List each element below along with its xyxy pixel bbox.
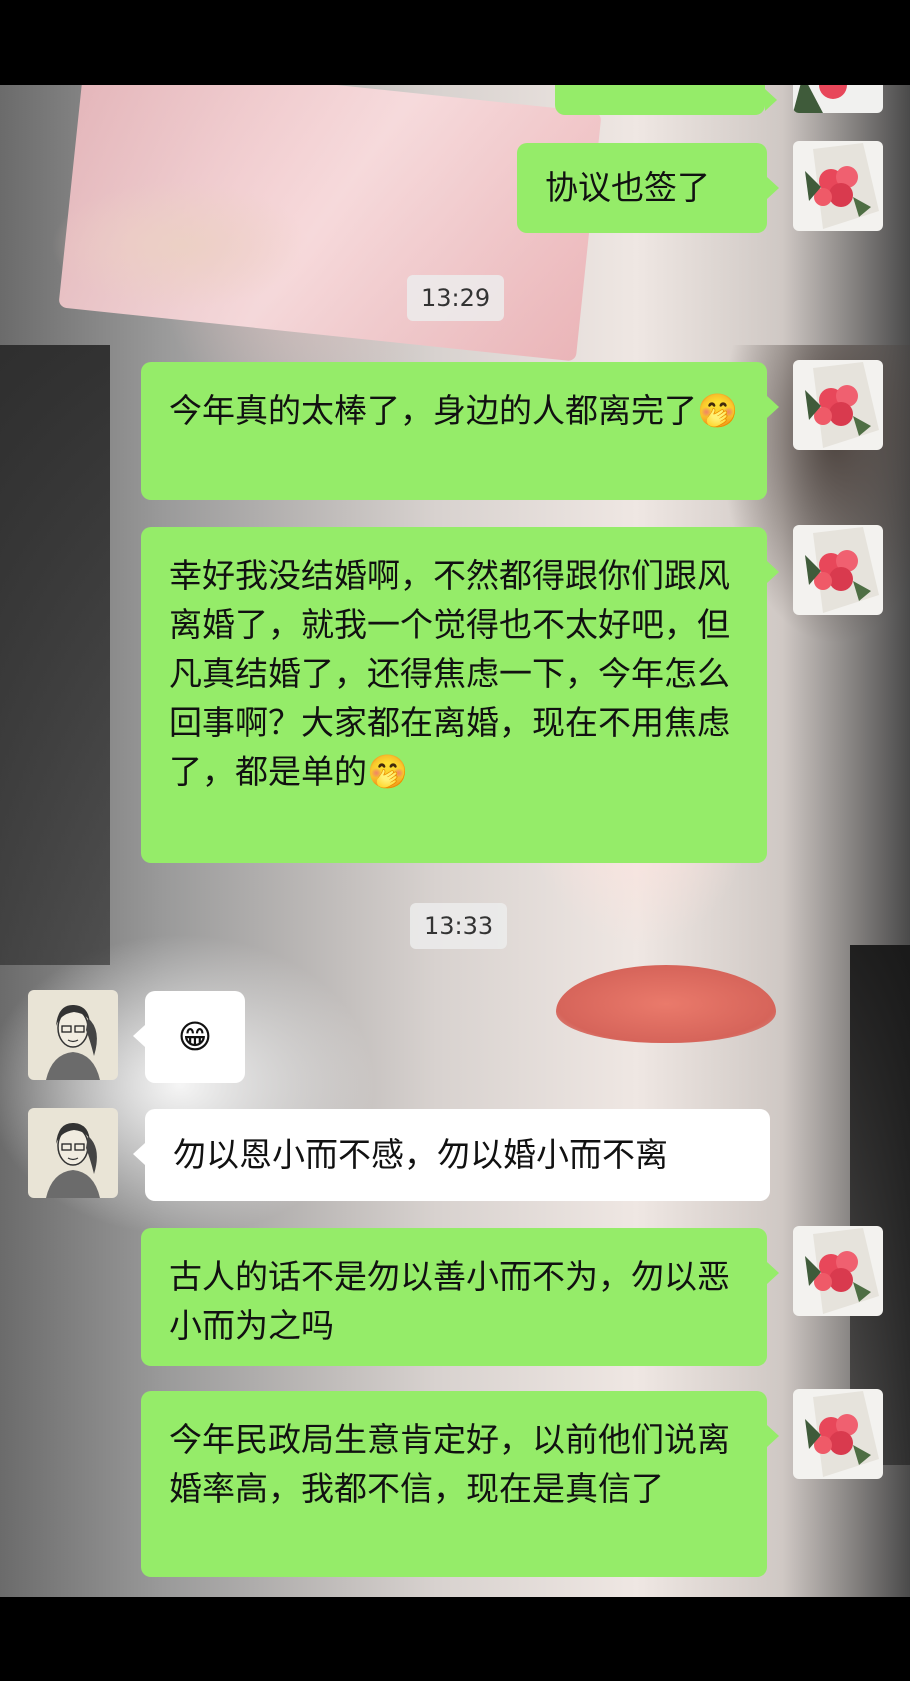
background-hand bbox=[0, 125, 360, 355]
message-text: 协议也签了 bbox=[545, 168, 710, 207]
message-bubble-self[interactable]: 今年民政局生意肯定好，以前他们说离婚率高，我都不信，现在是真信了 bbox=[141, 1391, 779, 1577]
flower-bouquet-icon bbox=[793, 525, 883, 615]
message-text: 古人的话不是勿以善小而不为，勿以恶小而为之吗 bbox=[169, 1257, 730, 1345]
avatar-flower-cutoff[interactable] bbox=[793, 85, 883, 113]
message-text: 幸好我没结婚啊，不然都得跟你们跟风离婚了，就我一个觉得也不太好吧，但凡真结婚了，… bbox=[169, 556, 730, 791]
grinning-emoji-icon: 😁 bbox=[177, 1017, 213, 1056]
flower-bouquet-icon bbox=[793, 85, 883, 113]
flower-bouquet-icon bbox=[793, 1389, 883, 1479]
message-bubble-self[interactable]: 幸好我没结婚啊，不然都得跟你们跟风离婚了，就我一个觉得也不太好吧，但凡真结婚了，… bbox=[141, 527, 779, 863]
hand-over-mouth-emoji-icon: 🤭 bbox=[697, 391, 739, 430]
message-text: 今年民政局生意肯定好，以前他们说离婚率高，我都不信，现在是真信了 bbox=[169, 1420, 730, 1508]
background-lips bbox=[556, 965, 776, 1043]
avatar-flower[interactable] bbox=[793, 360, 883, 450]
sketch-girl-icon bbox=[28, 990, 118, 1080]
message-bubble-other[interactable]: 勿以恩小而不感，勿以婚小而不离 bbox=[133, 1109, 770, 1201]
message-bubble-self[interactable]: 今年真的太棒了，身边的人都离完了🤭 bbox=[141, 362, 779, 500]
chat-area[interactable]: 协议也签了 13:29 今年真的太棒了，身边的人都离完了🤭 幸好我没结婚啊，不然… bbox=[0, 85, 910, 1597]
navigation-bar bbox=[0, 1597, 910, 1681]
avatar-flower[interactable] bbox=[793, 525, 883, 615]
avatar-sketch-girl[interactable] bbox=[28, 990, 118, 1080]
message-bubble-cutoff[interactable] bbox=[555, 85, 777, 115]
background-shadow-right bbox=[850, 945, 910, 1465]
flower-bouquet-icon bbox=[793, 1226, 883, 1316]
message-bubble-self[interactable]: 协议也签了 bbox=[517, 143, 779, 233]
message-text: 今年真的太棒了，身边的人都离完了 bbox=[169, 391, 697, 430]
avatar-flower[interactable] bbox=[793, 141, 883, 231]
avatar-sketch-girl[interactable] bbox=[28, 1108, 118, 1198]
sketch-girl-icon bbox=[28, 1108, 118, 1198]
message-text: 勿以恩小而不感，勿以婚小而不离 bbox=[173, 1135, 668, 1174]
avatar-flower[interactable] bbox=[793, 1389, 883, 1479]
message-bubble-self[interactable]: 古人的话不是勿以善小而不为，勿以恶小而为之吗 bbox=[141, 1228, 779, 1366]
avatar-flower[interactable] bbox=[793, 1226, 883, 1316]
flower-bouquet-icon bbox=[793, 141, 883, 231]
status-bar bbox=[0, 0, 910, 85]
flower-bouquet-icon bbox=[793, 360, 883, 450]
hand-over-mouth-emoji-icon: 🤭 bbox=[367, 752, 409, 791]
background-shadow-left bbox=[0, 345, 110, 965]
timestamp: 13:33 bbox=[410, 903, 508, 949]
timestamp: 13:29 bbox=[407, 275, 505, 321]
message-bubble-other[interactable]: 😁 bbox=[133, 991, 245, 1083]
